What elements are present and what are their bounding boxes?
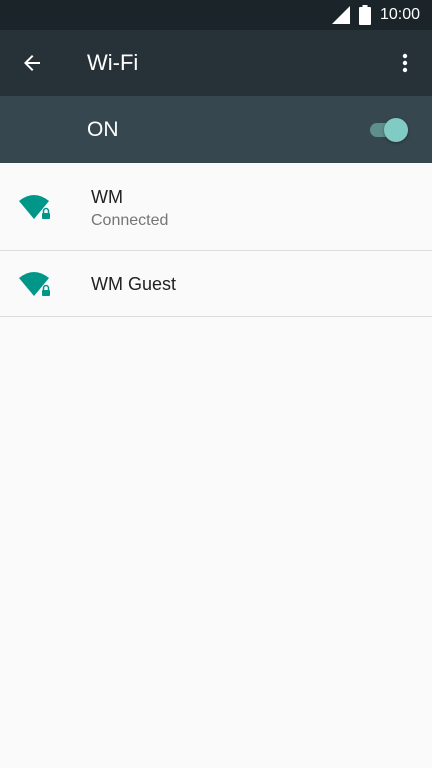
wifi-toggle[interactable] <box>368 117 412 143</box>
wifi-lock-icon <box>19 195 50 219</box>
network-ssid: WM <box>91 187 123 207</box>
wifi-toggle-thumb <box>384 118 408 142</box>
battery-icon <box>359 5 371 25</box>
status-time: 10:00 <box>380 6 421 23</box>
more-vert-icon[interactable] <box>393 51 417 75</box>
app-bar: Wi-Fi <box>0 30 432 96</box>
signal-icon <box>332 6 350 24</box>
network-item-wm[interactable]: WM Connected <box>0 163 432 251</box>
network-item-wm-guest[interactable]: WM Guest <box>0 251 432 317</box>
wifi-switch-label: ON <box>87 118 119 141</box>
arrow-back-icon[interactable] <box>20 51 44 75</box>
network-status: Connected <box>91 212 169 229</box>
wifi-master-switch-bar: ON <box>0 96 432 163</box>
network-ssid: WM Guest <box>91 274 177 294</box>
page-title: Wi-Fi <box>87 50 139 75</box>
status-bar: 10:00 <box>0 0 432 30</box>
wifi-lock-icon <box>19 272 50 296</box>
